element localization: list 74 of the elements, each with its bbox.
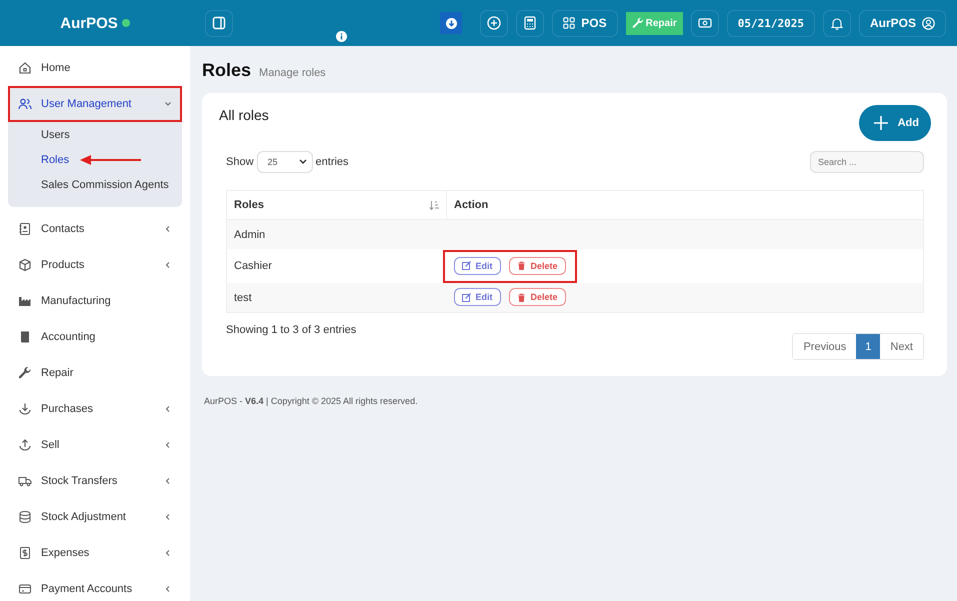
- sidebar-item[interactable]: Manufacturing: [0, 283, 190, 319]
- calculator-button[interactable]: [516, 10, 544, 36]
- brand-name: AurPOS: [60, 14, 118, 32]
- sidebar-item[interactable]: Expenses: [0, 535, 190, 571]
- sidebar-item[interactable]: Stock Transfers: [0, 463, 190, 499]
- sort-icon: [429, 200, 439, 210]
- sidebar-toggle-button[interactable]: [205, 10, 233, 36]
- user-avatar-icon: [922, 16, 935, 30]
- banknote-icon: [698, 18, 712, 28]
- info-icon[interactable]: [336, 31, 347, 42]
- calculator-icon: [524, 16, 536, 30]
- up-icon: [18, 438, 32, 452]
- date-button[interactable]: 05/21/2025: [726, 10, 815, 36]
- down-icon: [18, 402, 32, 416]
- sidebar-item[interactable]: Stock Adjustment: [0, 499, 190, 535]
- edit-button[interactable]: Edit: [454, 256, 500, 274]
- trash-icon: [516, 261, 526, 270]
- table-info: Showing 1 to 3 of 3 entries: [226, 324, 356, 336]
- edit-button[interactable]: Edit: [454, 288, 500, 306]
- show-label: Show: [226, 156, 254, 168]
- grid-icon: [563, 17, 576, 29]
- caret-icon: [298, 159, 307, 165]
- sidebar-item[interactable]: Home: [0, 50, 190, 86]
- sidebar-item[interactable]: User Management: [8, 86, 182, 122]
- delete-button[interactable]: Delete: [508, 288, 566, 306]
- bell-icon: [830, 16, 843, 30]
- submenu-item[interactable]: Sales Commission Agents: [41, 178, 169, 190]
- edit-icon: [462, 261, 470, 270]
- table-cell: test: [226, 283, 446, 312]
- sidebar-item[interactable]: Purchases: [0, 391, 190, 427]
- user-menu-button[interactable]: AurPOS: [858, 10, 946, 36]
- search-field[interactable]: Search ...: [810, 151, 924, 173]
- wrench-icon: [632, 17, 644, 29]
- sidebar-item[interactable]: Repair: [0, 355, 190, 391]
- page-title: Roles: [202, 60, 252, 81]
- truck-icon: [18, 474, 32, 488]
- trash-icon: [516, 292, 526, 302]
- footer-text: AurPOS - V6.4 | Copyright © 2025 All rights reserved.: [204, 396, 419, 406]
- notifications-button[interactable]: [822, 10, 851, 36]
- plus-icon: [874, 116, 888, 130]
- table-cell: Cashier: [226, 249, 446, 283]
- entries-label: entries: [316, 156, 349, 168]
- pagination-button[interactable]: 1: [856, 334, 880, 359]
- panel-icon: [212, 16, 226, 30]
- sidebar-item[interactable]: Contacts: [0, 211, 190, 247]
- card-icon: [18, 582, 32, 596]
- sidebar-item[interactable]: Accounting: [0, 319, 190, 355]
- card-title: All roles: [219, 107, 269, 123]
- wrench-icon: [18, 366, 32, 380]
- pos-button[interactable]: POS: [552, 10, 618, 36]
- db-icon: [18, 510, 32, 524]
- page-size-select[interactable]: 25: [256, 151, 313, 173]
- sidebar-item[interactable]: Products: [0, 247, 190, 283]
- edit-icon: [462, 292, 470, 302]
- factory-icon: [18, 294, 32, 308]
- download-button[interactable]: [440, 12, 462, 34]
- contacts-icon: [18, 222, 32, 236]
- sidebar-item[interactable]: Payment Accounts: [0, 571, 190, 601]
- download-icon: [446, 18, 457, 28]
- dollar-icon: [18, 546, 32, 560]
- plus-circle-icon: [487, 16, 502, 30]
- cash-button[interactable]: [690, 10, 719, 36]
- book-icon: [18, 330, 32, 344]
- submenu-item[interactable]: Roles: [41, 154, 70, 166]
- users-icon: [18, 97, 32, 111]
- home-icon: [18, 61, 32, 75]
- sidebar-item[interactable]: Sell: [0, 427, 190, 463]
- table-cell: Admin: [226, 220, 446, 249]
- box-icon: [18, 258, 32, 272]
- add-button[interactable]: [480, 10, 508, 36]
- delete-button[interactable]: Delete: [508, 256, 566, 274]
- submenu-item[interactable]: Users: [41, 128, 70, 140]
- page-subtitle: Manage roles: [259, 67, 326, 79]
- add-button[interactable]: Add: [858, 105, 931, 141]
